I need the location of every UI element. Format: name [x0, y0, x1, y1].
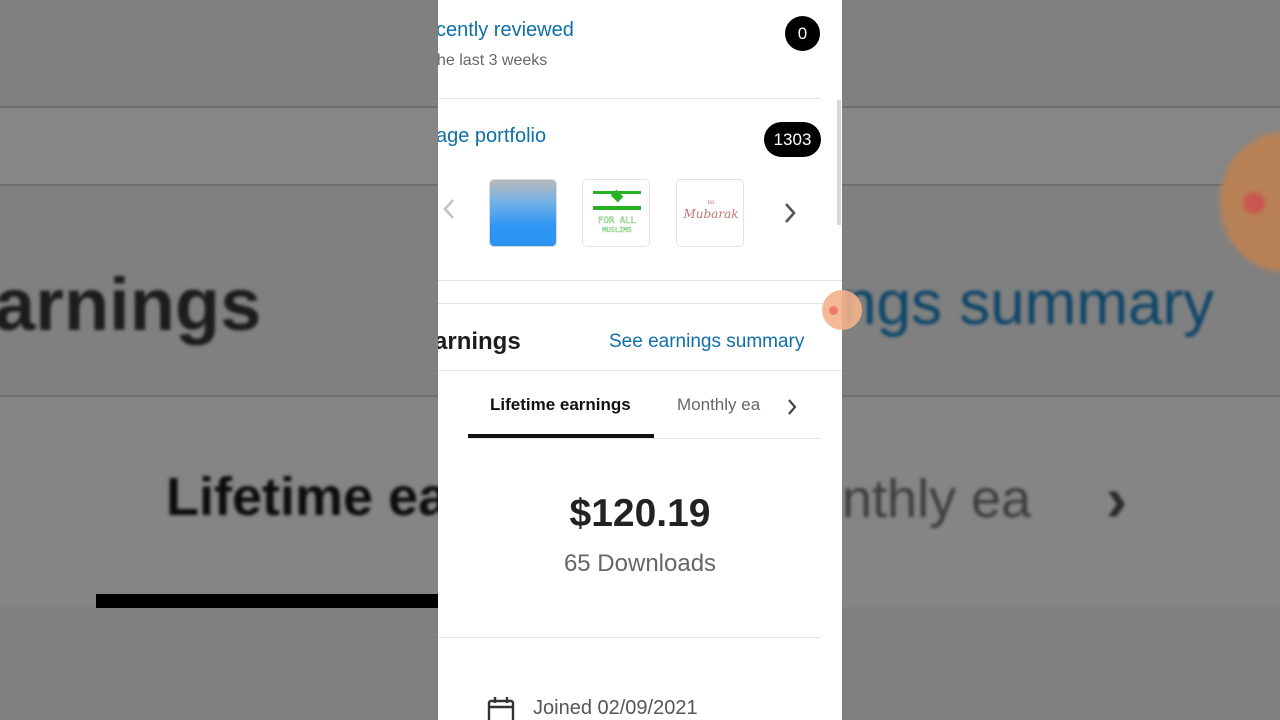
see-earnings-summary-link[interactable]: See earnings summary: [609, 331, 804, 353]
chevron-right-icon[interactable]: [781, 200, 799, 232]
divider: [468, 438, 820, 439]
tab-lifetime-earnings[interactable]: Lifetime earnings: [490, 395, 631, 415]
thumbnail-text-small: EID: [708, 200, 715, 205]
thumbnail-text-line1: FOR ALL: [598, 216, 636, 226]
phone-screen: cently reviewed he last 3 weeks 0 age po…: [438, 0, 842, 720]
portfolio-thumbnail-blue[interactable]: [489, 179, 557, 247]
floating-bubble[interactable]: [822, 290, 862, 330]
joined-date: Joined 02/09/2021: [533, 697, 698, 719]
scrollbar[interactable]: [837, 100, 841, 225]
divider: [438, 370, 842, 371]
bg-monthly-tab: nthly ea: [842, 469, 1032, 529]
portfolio-thumbnail-for-all-muslims[interactable]: FOR ALL MUSLIMS: [582, 179, 650, 247]
recently-reviewed-link[interactable]: cently reviewed: [438, 19, 574, 42]
chevron-left-icon[interactable]: [440, 196, 458, 228]
divider: [438, 637, 820, 638]
bg-earnings-heading: arnings: [0, 263, 262, 346]
tabs-next-chevron-icon[interactable]: [785, 393, 799, 423]
bg-tab-underline: [96, 594, 438, 608]
divider: [438, 280, 842, 281]
divider: [438, 303, 842, 304]
recently-reviewed-count-badge: 0: [785, 16, 820, 51]
recently-reviewed-subtitle: he last 3 weeks: [438, 52, 548, 69]
bg-chevron-right-icon: ›: [1106, 463, 1128, 535]
lifetime-earnings-amount: $120.19: [569, 492, 711, 535]
thumbnail-text-line2: MUSLIMS: [602, 226, 632, 234]
portfolio-thumbnail-eid-mubarak[interactable]: EID Mubarak: [676, 179, 744, 247]
bg-summary-link: ngs summary: [842, 269, 1215, 338]
tab-monthly-earnings[interactable]: Monthly ea: [677, 395, 760, 415]
divider: [438, 98, 820, 99]
bg-lifetime-tab: Lifetime ea: [166, 467, 449, 527]
image-portfolio-link[interactable]: age portfolio: [438, 125, 546, 148]
calendar-icon: [487, 697, 515, 720]
downloads-count: 65 Downloads: [563, 550, 717, 577]
portfolio-count-badge: 1303: [764, 122, 821, 157]
thumbnail-text-main: Mubarak: [682, 207, 738, 221]
bg-floating-orb-dot: [1243, 192, 1265, 214]
floating-bubble-dot: [829, 306, 838, 315]
earnings-heading: arnings: [438, 328, 521, 355]
